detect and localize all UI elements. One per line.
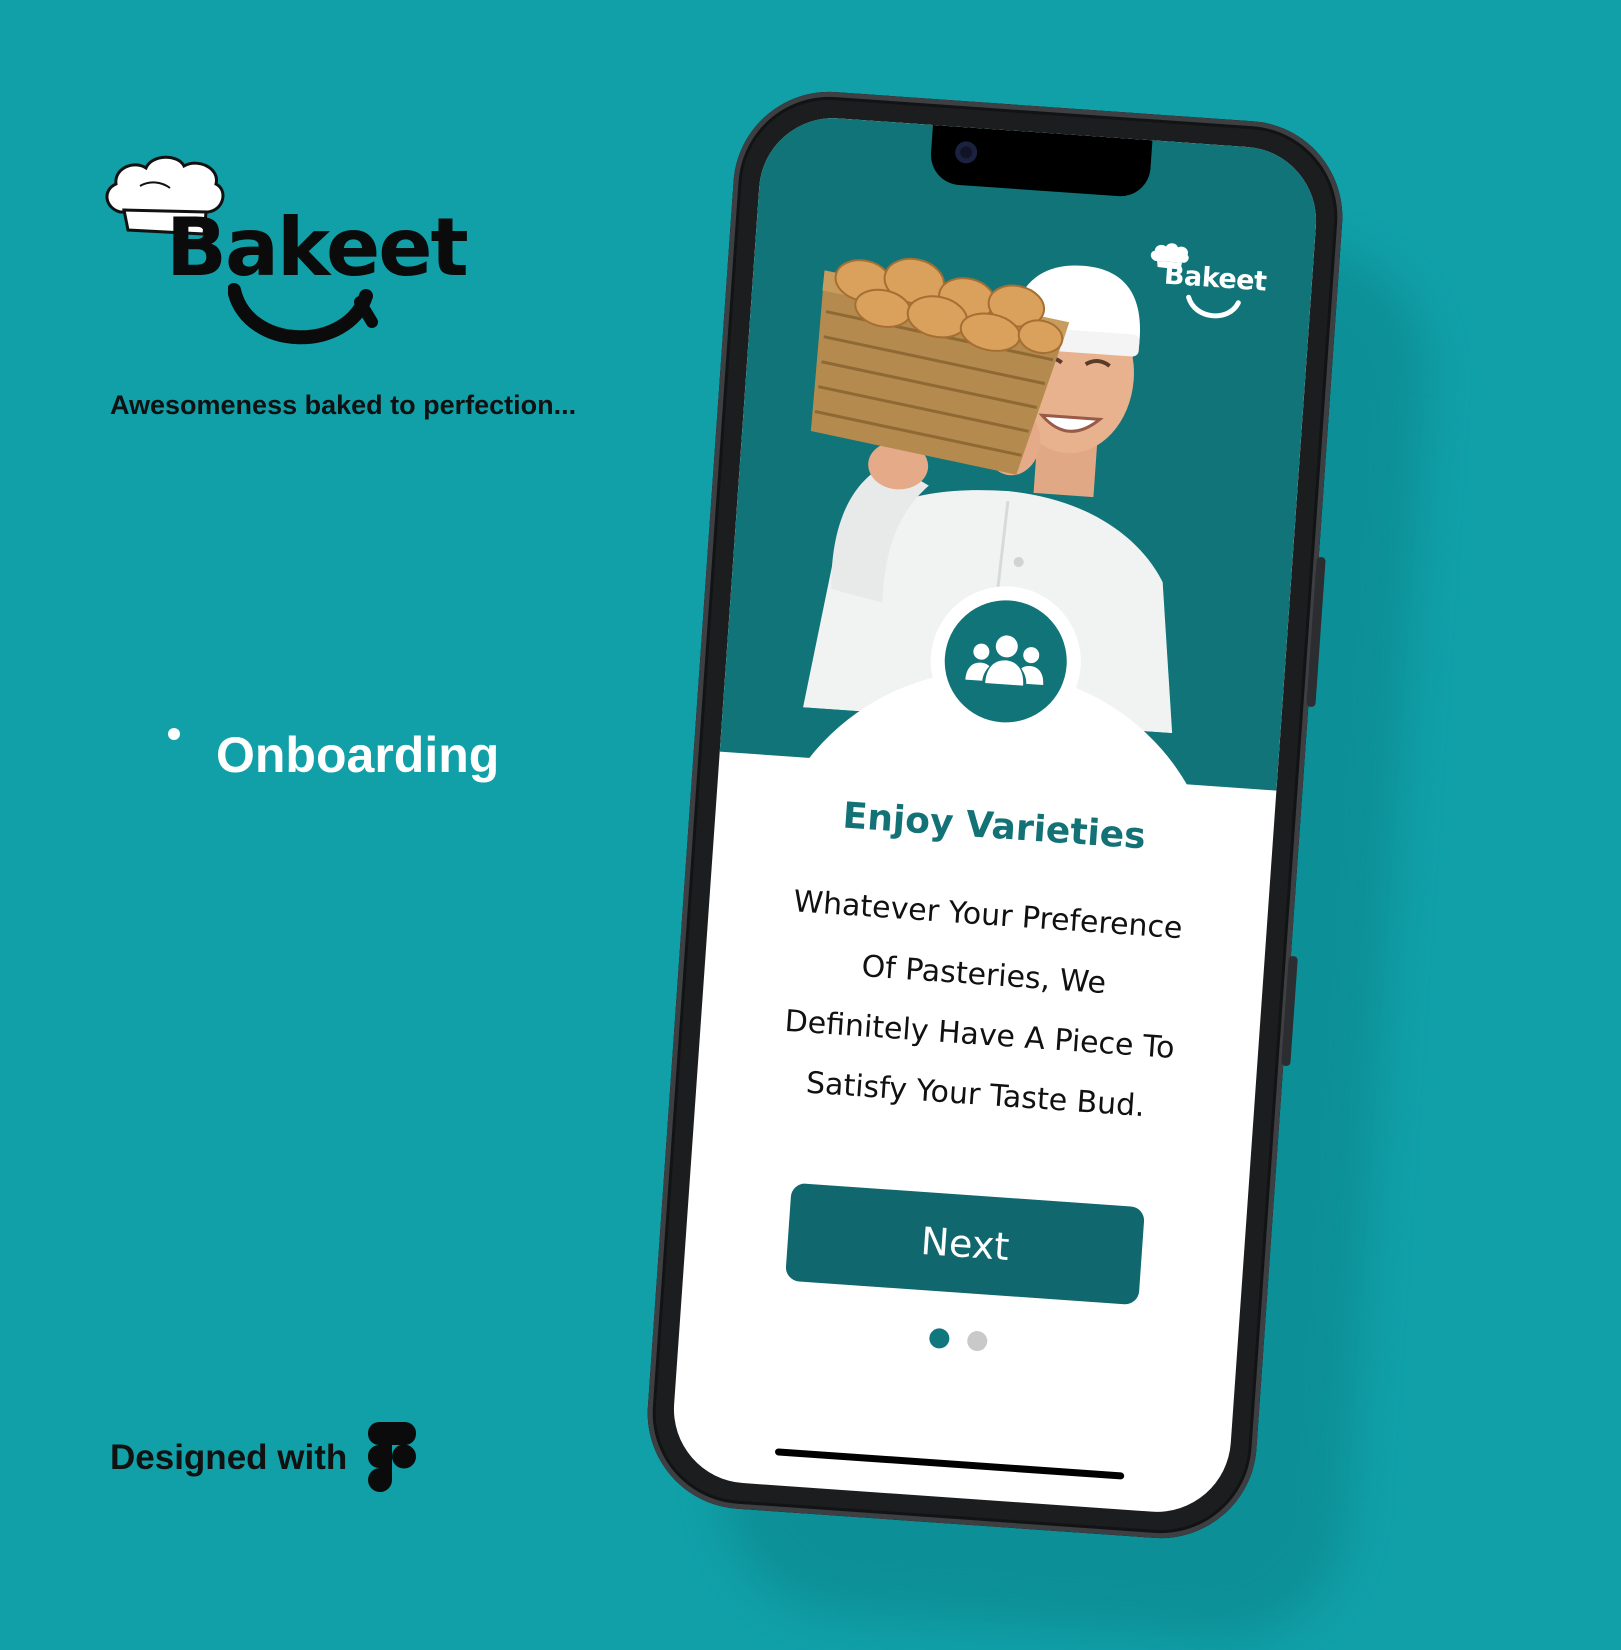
smile-icon xyxy=(228,283,378,345)
onboarding-description: Whatever Your Preference Of Pasteries, W… xyxy=(783,884,1184,1125)
bullet-dot xyxy=(168,728,180,740)
figma-icon xyxy=(368,1422,416,1492)
camera-icon xyxy=(954,140,978,165)
phone-screen: Bakeet Enjoy Varieties Whatever Your Pre… xyxy=(668,113,1322,1517)
brand-tagline: Awesomeness baked to perfection... xyxy=(110,390,577,420)
designed-with-label: Designed with xyxy=(110,1438,348,1477)
users-group-icon xyxy=(965,635,1044,686)
brand-logo: Bakeet xyxy=(100,150,469,360)
feature-icon-circle xyxy=(940,596,1071,727)
pagination-dot-2[interactable] xyxy=(966,1330,988,1352)
brand-name: Bakeet xyxy=(166,201,469,294)
section-title: Onboarding xyxy=(216,727,500,783)
pagination-dot-1[interactable] xyxy=(928,1327,951,1350)
phone-mockup: Bakeet Enjoy Varieties Whatever Your Pre… xyxy=(641,85,1349,1545)
